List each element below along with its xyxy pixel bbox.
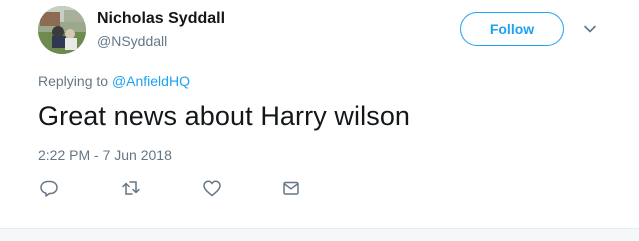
follow-button[interactable]: Follow	[460, 12, 564, 46]
author-handle[interactable]: @NSyddall	[97, 33, 167, 49]
replying-to: Replying to @AnfieldHQ	[38, 73, 190, 89]
chevron-down-icon[interactable]	[582, 21, 598, 37]
reply-icon[interactable]	[38, 177, 60, 199]
timestamp[interactable]: 2:22 PM - 7 Jun 2018	[38, 147, 172, 163]
avatar[interactable]	[38, 6, 86, 54]
envelope-icon[interactable]	[280, 177, 302, 199]
heart-icon[interactable]	[201, 177, 223, 199]
retweet-icon[interactable]	[120, 177, 142, 199]
tweet-card: Nicholas Syddall @NSyddall Follow Replyi…	[0, 0, 639, 228]
footer-strip	[0, 228, 639, 241]
replying-prefix: Replying to	[38, 73, 112, 89]
tweet-text: Great news about Harry wilson	[38, 101, 411, 131]
replying-to-link[interactable]: @AnfieldHQ	[112, 73, 190, 89]
author-name[interactable]: Nicholas Syddall	[97, 10, 225, 28]
